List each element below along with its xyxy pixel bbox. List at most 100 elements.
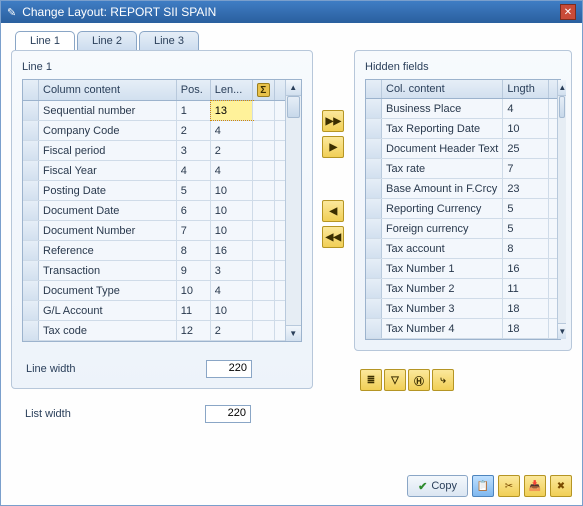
cell-content[interactable]: Tax Number 1 <box>382 259 503 278</box>
table-row[interactable]: Base Amount in F.Crcy23 <box>366 179 557 199</box>
table-row[interactable]: Tax Number 318 <box>366 299 557 319</box>
move-all-right-button[interactable]: ▶▶ <box>322 110 344 132</box>
row-selector[interactable] <box>23 241 39 260</box>
cell-sum[interactable] <box>253 201 275 220</box>
row-selector[interactable] <box>366 259 382 278</box>
cell-length[interactable]: 16 <box>503 259 549 278</box>
row-selector[interactable] <box>23 281 39 300</box>
cell-content[interactable]: Transaction <box>39 261 177 280</box>
move-all-left-button[interactable]: ◀◀ <box>322 226 344 248</box>
table-row[interactable]: Document Date610 <box>23 201 285 221</box>
row-selector[interactable] <box>23 221 39 240</box>
row-selector[interactable] <box>23 321 39 340</box>
cell-position[interactable]: 11 <box>177 301 211 320</box>
table-row[interactable]: Tax rate7 <box>366 159 557 179</box>
table-row[interactable]: Tax Number 116 <box>366 259 557 279</box>
row-selector[interactable] <box>366 319 382 338</box>
row-selector[interactable] <box>23 161 39 180</box>
table-row[interactable]: Company Code24 <box>23 121 285 141</box>
cell-position[interactable]: 10 <box>177 281 211 300</box>
cell-content[interactable]: Document Type <box>39 281 177 300</box>
table-row[interactable]: Reference816 <box>23 241 285 261</box>
sort-descending-button[interactable]: ▽ <box>384 369 406 391</box>
table-row[interactable]: Fiscal Year44 <box>23 161 285 181</box>
cell-content[interactable]: Document Header Text <box>382 139 503 158</box>
table-row[interactable]: Document Header Text25 <box>366 139 557 159</box>
cell-content[interactable]: Fiscal Year <box>39 161 177 180</box>
cell-length[interactable]: 4 <box>211 161 253 180</box>
cell-content[interactable]: Company Code <box>39 121 177 140</box>
row-selector[interactable] <box>366 199 382 218</box>
cut-button[interactable]: ✂ <box>498 475 520 497</box>
cell-length[interactable]: 10 <box>211 181 253 200</box>
scroll-up-button[interactable]: ▲ <box>558 80 566 96</box>
list-width-input[interactable]: 220 <box>205 405 251 423</box>
cell-length[interactable]: 2 <box>211 141 253 160</box>
cell-length[interactable]: 10 <box>211 301 253 320</box>
table-row[interactable]: G/L Account1110 <box>23 301 285 321</box>
row-selector[interactable] <box>23 121 39 140</box>
scroll-down-button[interactable]: ▼ <box>286 325 301 341</box>
row-selector[interactable] <box>366 219 382 238</box>
table-row[interactable]: Tax Number 211 <box>366 279 557 299</box>
row-selector[interactable] <box>366 279 382 298</box>
cell-length[interactable]: 11 <box>503 279 549 298</box>
header-length[interactable]: Len... <box>211 80 253 100</box>
row-selector[interactable] <box>23 141 39 160</box>
copy-button[interactable]: ✔ Copy <box>407 475 468 497</box>
cell-content[interactable]: Tax code <box>39 321 177 340</box>
header-length[interactable]: Lngth <box>503 80 549 98</box>
cell-content[interactable]: Tax Reporting Date <box>382 119 503 138</box>
scroll-thumb[interactable] <box>287 96 300 118</box>
header-sum[interactable]: Σ <box>253 80 275 100</box>
table-row[interactable]: Transaction93 <box>23 261 285 281</box>
row-selector-header[interactable] <box>23 80 39 100</box>
cell-position[interactable]: 1 <box>177 101 211 120</box>
cell-length[interactable]: 13 <box>211 101 253 120</box>
sort-ascending-button[interactable]: ≣ <box>360 369 382 391</box>
row-selector[interactable] <box>23 101 39 120</box>
cell-length[interactable]: 4 <box>503 99 549 118</box>
cell-content[interactable]: Tax account <box>382 239 503 258</box>
table-row[interactable]: Tax Number 418 <box>366 319 557 339</box>
cell-length[interactable]: 3 <box>211 261 253 280</box>
row-selector[interactable] <box>366 99 382 118</box>
table-row[interactable]: Foreign currency5 <box>366 219 557 239</box>
tab-line-1[interactable]: Line 1 <box>15 31 75 50</box>
cell-content[interactable]: Tax Number 4 <box>382 319 503 338</box>
cell-sum[interactable] <box>253 301 275 320</box>
cell-length[interactable]: 4 <box>211 121 253 140</box>
cell-position[interactable]: 4 <box>177 161 211 180</box>
cell-length[interactable]: 10 <box>503 119 549 138</box>
header-column-content[interactable]: Column content <box>39 80 177 100</box>
cell-content[interactable]: Tax Number 2 <box>382 279 503 298</box>
row-selector[interactable] <box>366 239 382 258</box>
table-row[interactable]: Tax code122 <box>23 321 285 341</box>
table-row[interactable]: Tax Reporting Date10 <box>366 119 557 139</box>
cell-sum[interactable] <box>253 121 275 140</box>
row-selector[interactable] <box>23 261 39 280</box>
cell-length[interactable]: 10 <box>211 201 253 220</box>
row-selector[interactable] <box>366 119 382 138</box>
row-selector[interactable] <box>23 181 39 200</box>
table-row[interactable]: Business Place4 <box>366 99 557 119</box>
cell-position[interactable]: 2 <box>177 121 211 140</box>
cell-length[interactable]: 5 <box>503 219 549 238</box>
cell-sum[interactable] <box>253 161 275 180</box>
clipboard-copy-button[interactable]: 📋 <box>472 475 494 497</box>
cell-content[interactable]: G/L Account <box>39 301 177 320</box>
scroll-up-button[interactable]: ▲ <box>286 80 301 96</box>
table-row[interactable]: Reporting Currency5 <box>366 199 557 219</box>
displayed-fields-scrollbar[interactable]: ▲ ▼ <box>285 80 301 341</box>
cell-position[interactable]: 6 <box>177 201 211 220</box>
cell-length[interactable]: 4 <box>211 281 253 300</box>
cell-length[interactable]: 5 <box>503 199 549 218</box>
cell-length[interactable]: 23 <box>503 179 549 198</box>
cell-position[interactable]: 8 <box>177 241 211 260</box>
cell-sum[interactable] <box>253 281 275 300</box>
cell-content[interactable]: Reference <box>39 241 177 260</box>
cell-length[interactable]: 18 <box>503 299 549 318</box>
row-selector-header[interactable] <box>366 80 382 98</box>
cell-content[interactable]: Base Amount in F.Crcy <box>382 179 503 198</box>
table-row[interactable]: Posting Date510 <box>23 181 285 201</box>
